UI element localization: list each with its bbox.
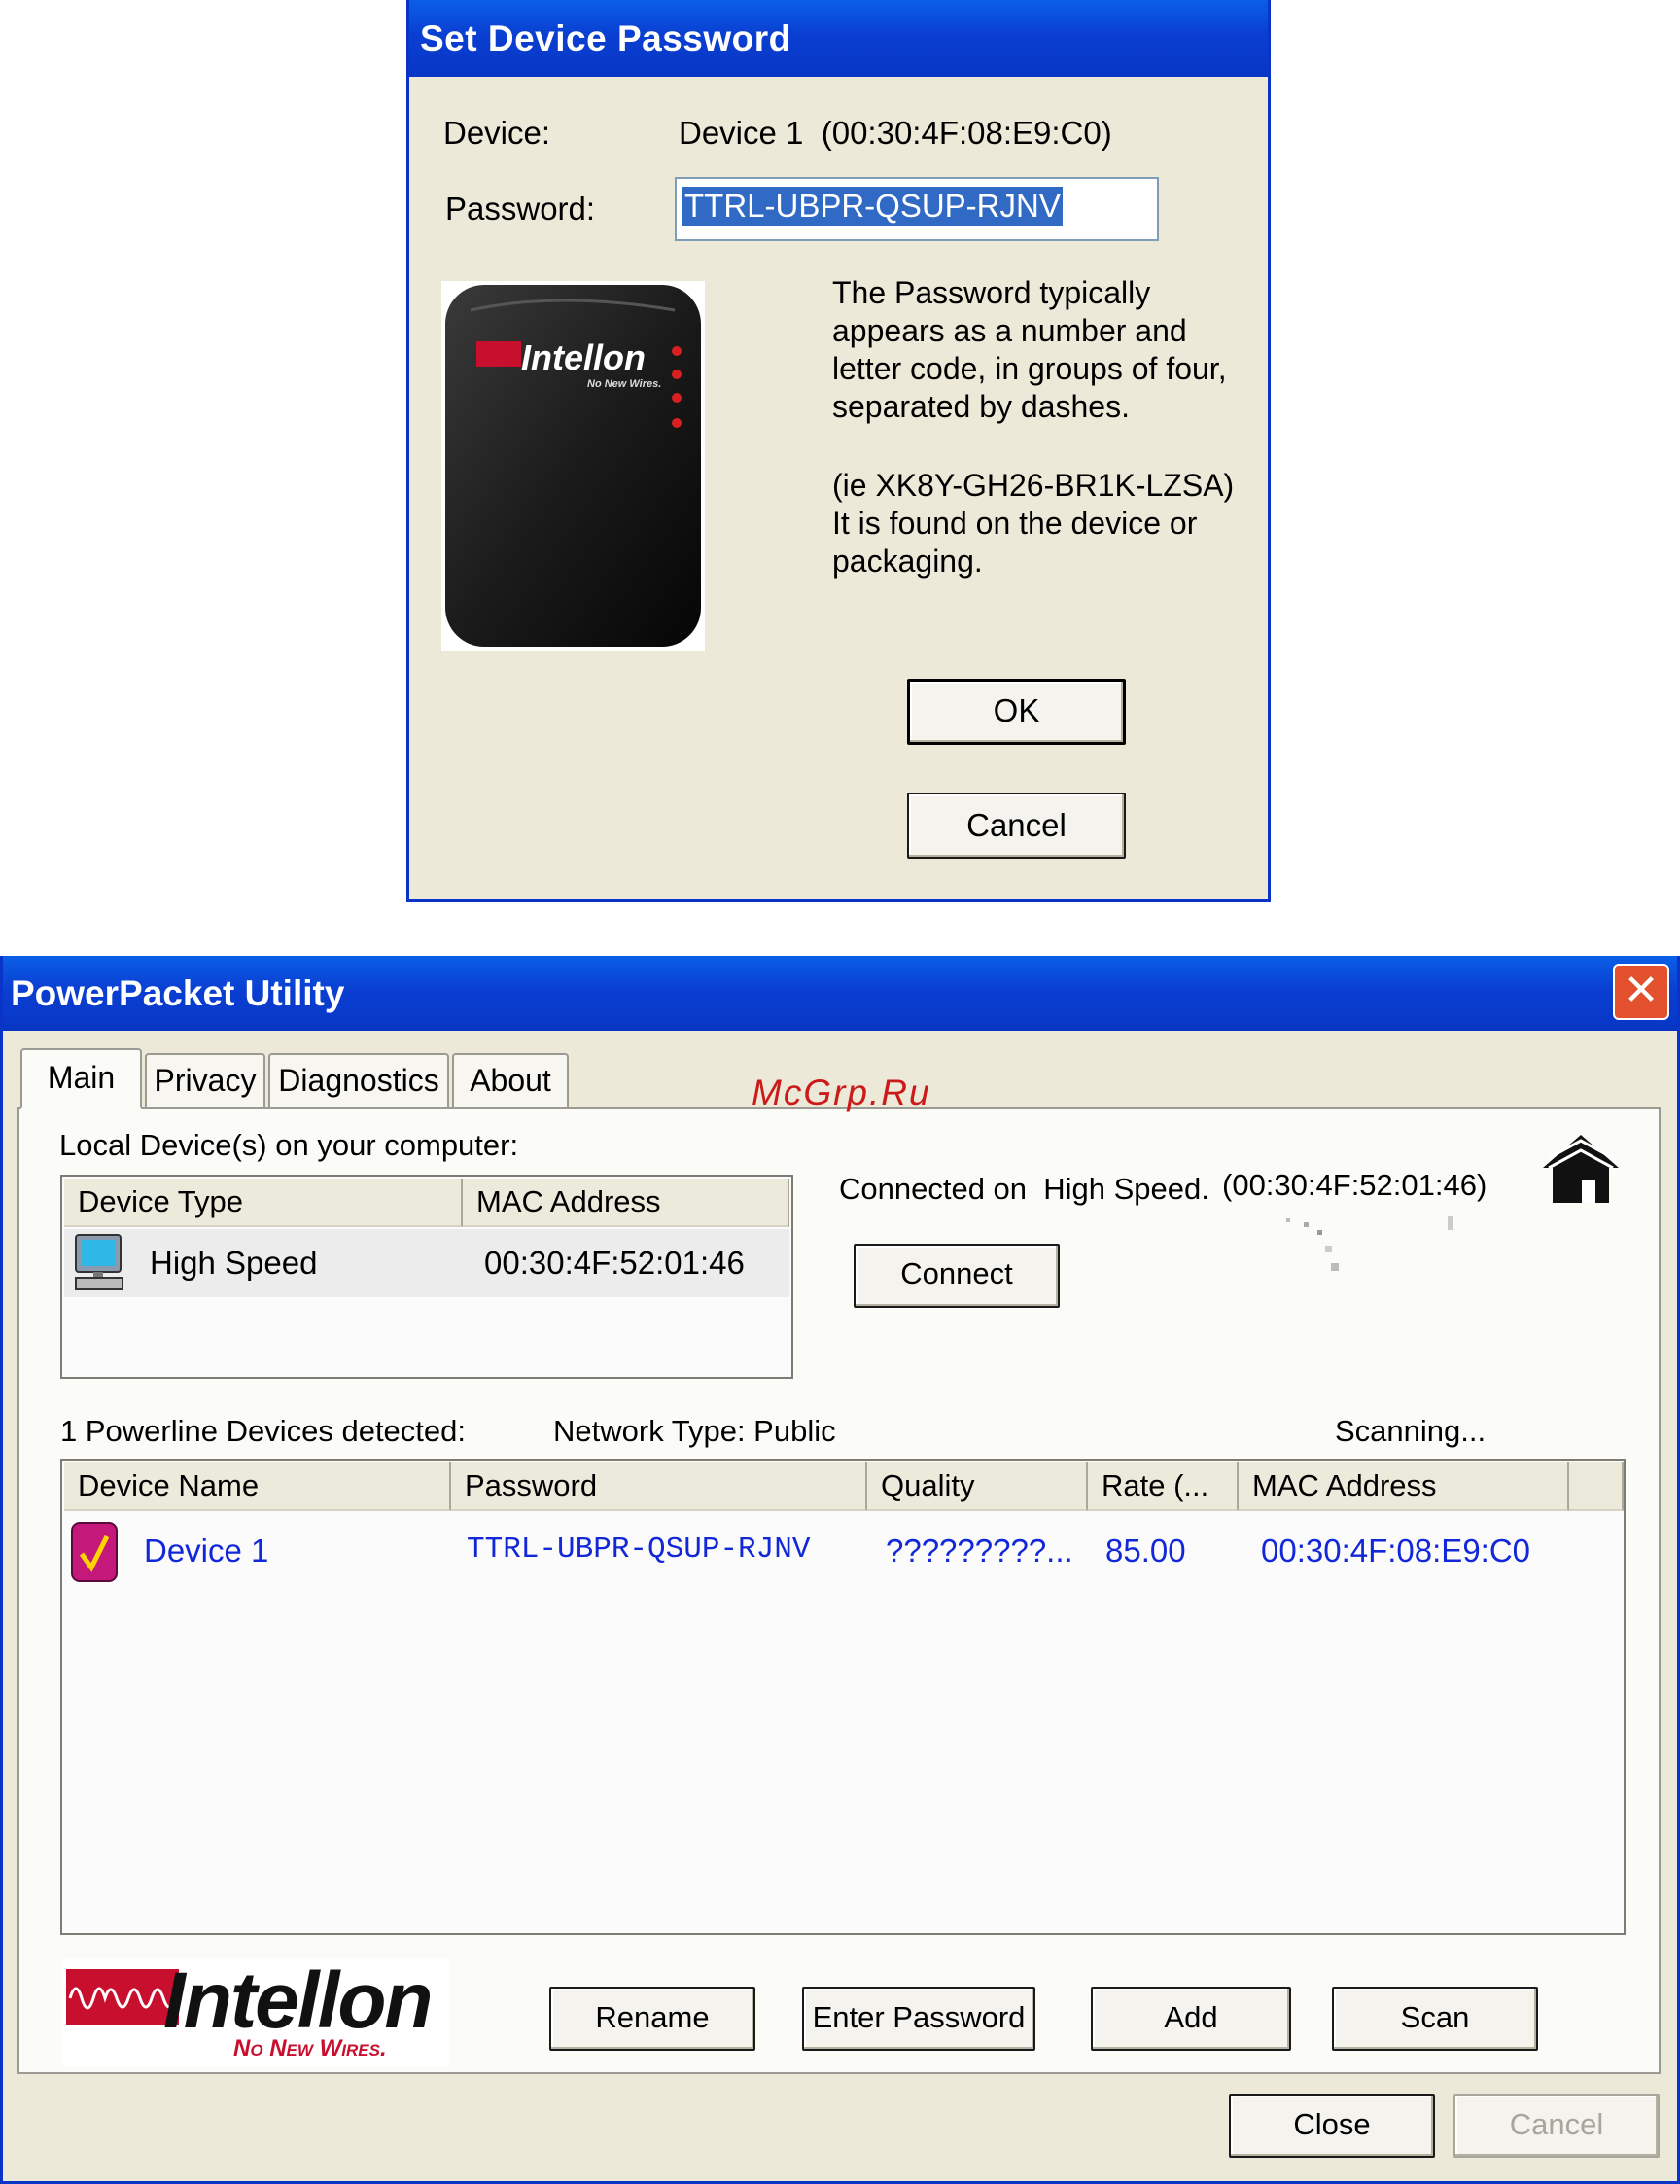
device-tagline: No New Wires. [587, 378, 662, 390]
local-devices-table: Device Type MAC Address High Speed 00:30… [60, 1175, 793, 1379]
table-row[interactable]: High Speed 00:30:4F:52:01:46 [64, 1229, 789, 1297]
computer-icon [70, 1233, 130, 1293]
device-label: Device: [443, 115, 551, 151]
intellon-logo: Intellon No New Wires. [62, 1956, 449, 2066]
local-devices-label: Local Device(s) on your computer: [59, 1128, 519, 1162]
cancel-button[interactable]: Cancel [907, 793, 1126, 859]
column-mac-address[interactable]: MAC Address [463, 1179, 789, 1227]
column-device-type[interactable]: Device Type [64, 1179, 463, 1227]
dialog-title: Set Device Password [409, 0, 1268, 77]
local-device-type: High Speed [150, 1245, 318, 1281]
home-network-icon [1539, 1129, 1623, 1207]
scanning-status: Scanning... [1335, 1414, 1487, 1448]
device-image: Intellon No New Wires. [441, 281, 705, 651]
device-password: TTRL-UBPR-QSUP-RJNV [467, 1532, 811, 1567]
password-label: Password: [445, 191, 596, 227]
devices-detected: 1 Powerline Devices detected: [60, 1414, 467, 1448]
column-mac-address[interactable]: MAC Address [1239, 1462, 1569, 1511]
powerpacket-utility-window: PowerPacket Utility ✕ Main Privacy Diagn… [0, 956, 1680, 2184]
window-title: PowerPacket Utility [3, 956, 1677, 1031]
help-text-2: (ie XK8Y-GH26-BR1K-LZSA) It is found on … [832, 468, 1235, 579]
logo-tagline: No New Wires. [233, 2035, 387, 2061]
help-text-1: The Password typically appears as a numb… [832, 275, 1227, 424]
connected-mac: (00:30:4F:52:01:46) [1222, 1168, 1488, 1202]
add-button[interactable]: Add [1091, 1987, 1291, 2051]
tab-diagnostics[interactable]: Diagnostics [268, 1053, 449, 1107]
device-mac: 00:30:4F:08:E9:C0 [1261, 1532, 1531, 1568]
scan-button[interactable]: Scan [1332, 1987, 1538, 2051]
table-row[interactable]: Device 1 TTRL-UBPR-QSUP-RJNV ?????????..… [64, 1513, 1624, 1591]
set-device-password-dialog: Set Device Password Device: Device 1 (00… [406, 0, 1271, 902]
powerline-devices-table: Device Name Password Quality Rate (... M… [60, 1459, 1626, 1935]
connected-status: Connected on High Speed. [839, 1172, 1209, 1206]
connect-button[interactable]: Connect [854, 1244, 1060, 1308]
tab-main[interactable]: Main [20, 1048, 142, 1109]
tab-about[interactable]: About [452, 1053, 569, 1107]
password-input-value[interactable]: TTRL-UBPR-QSUP-RJNV [682, 187, 1063, 226]
rename-button[interactable]: Rename [549, 1987, 755, 2051]
column-quality[interactable]: Quality [867, 1462, 1088, 1511]
network-type: Network Type: Public [553, 1414, 836, 1448]
device-value: Device 1 (00:30:4F:08:E9:C0) [679, 115, 1112, 151]
column-rate[interactable]: Rate (... [1088, 1462, 1239, 1511]
local-device-mac: 00:30:4F:52:01:46 [484, 1245, 745, 1281]
watermark: McGrp.Ru [752, 1073, 931, 1112]
ok-button[interactable]: OK [907, 679, 1126, 745]
cancel-button-disabled: Cancel [1453, 2094, 1660, 2158]
device-rate: 85.00 [1105, 1532, 1186, 1568]
close-icon[interactable]: ✕ [1613, 964, 1669, 1020]
scan-progress-dots [1282, 1216, 1457, 1285]
device-name: Device 1 [144, 1532, 269, 1568]
logo-brand: Intellon [163, 1956, 434, 2045]
tab-privacy[interactable]: Privacy [145, 1053, 265, 1107]
column-device-name[interactable]: Device Name [64, 1462, 451, 1511]
column-password[interactable]: Password [451, 1462, 867, 1511]
device-quality: ?????????... [886, 1532, 1073, 1568]
enter-password-button[interactable]: Enter Password [802, 1987, 1035, 2051]
powerline-device-icon [70, 1521, 119, 1583]
column-filler [1569, 1462, 1624, 1511]
password-input[interactable]: TTRL-UBPR-QSUP-RJNV [675, 177, 1159, 241]
device-brand: Intellon [521, 337, 646, 377]
close-button[interactable]: Close [1229, 2094, 1435, 2158]
